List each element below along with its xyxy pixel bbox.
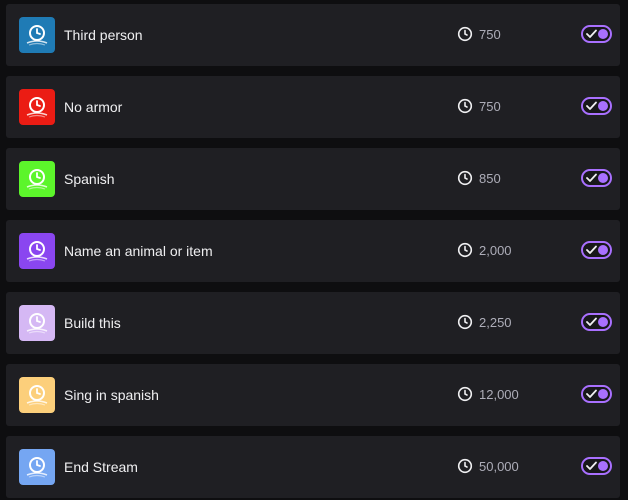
reward-title: Build this xyxy=(64,315,121,331)
reward-enabled-toggle[interactable] xyxy=(581,457,612,475)
reward-icon xyxy=(19,233,55,269)
reward-row[interactable]: End Stream 50,000 xyxy=(6,436,620,498)
toggle-knob xyxy=(598,245,608,255)
toggle-knob xyxy=(598,101,608,111)
reward-row[interactable]: Spanish 850 xyxy=(6,148,620,210)
reward-row[interactable]: Sing in spanish 12,000 xyxy=(6,364,620,426)
toggle-knob xyxy=(598,389,608,399)
check-icon xyxy=(586,101,597,110)
reward-row[interactable]: Third person 750 xyxy=(6,4,620,66)
reward-enabled-toggle[interactable] xyxy=(581,97,612,115)
reward-cost: 750 xyxy=(479,27,501,42)
reward-title: Spanish xyxy=(64,171,115,187)
toggle-knob xyxy=(598,461,608,471)
reward-enabled-toggle[interactable] xyxy=(581,241,612,259)
reward-cost: 750 xyxy=(479,99,501,114)
reward-enabled-toggle[interactable] xyxy=(581,385,612,403)
reward-enabled-toggle[interactable] xyxy=(581,169,612,187)
clock-icon xyxy=(457,170,473,186)
check-icon xyxy=(586,29,597,38)
reward-title: End Stream xyxy=(64,459,138,475)
clock-icon xyxy=(457,458,473,474)
reward-icon xyxy=(19,449,55,485)
reward-title: No armor xyxy=(64,99,123,115)
clock-icon xyxy=(457,386,473,402)
clock-icon xyxy=(457,242,473,258)
reward-enabled-toggle[interactable] xyxy=(581,25,612,43)
reward-icon xyxy=(19,17,55,53)
check-icon xyxy=(586,389,597,398)
reward-list: Third person 750 No armor 750 Spanish 85… xyxy=(0,0,628,500)
clock-icon xyxy=(457,26,473,42)
toggle-knob xyxy=(598,29,608,39)
reward-cost: 850 xyxy=(479,171,501,186)
check-icon xyxy=(586,461,597,470)
reward-cost: 2,000 xyxy=(479,243,512,258)
check-icon xyxy=(586,173,597,182)
reward-title: Sing in spanish xyxy=(64,387,159,403)
reward-icon xyxy=(19,89,55,125)
reward-icon xyxy=(19,161,55,197)
reward-enabled-toggle[interactable] xyxy=(581,313,612,331)
reward-icon xyxy=(19,305,55,341)
toggle-knob xyxy=(598,173,608,183)
reward-cost: 50,000 xyxy=(479,459,519,474)
reward-row[interactable]: No armor 750 xyxy=(6,76,620,138)
reward-title: Third person xyxy=(64,27,143,43)
reward-row[interactable]: Name an animal or item 2,000 xyxy=(6,220,620,282)
reward-cost: 2,250 xyxy=(479,315,512,330)
reward-title: Name an animal or item xyxy=(64,243,213,259)
reward-cost: 12,000 xyxy=(479,387,519,402)
check-icon xyxy=(586,317,597,326)
reward-icon xyxy=(19,377,55,413)
check-icon xyxy=(586,245,597,254)
reward-row[interactable]: Build this 2,250 xyxy=(6,292,620,354)
toggle-knob xyxy=(598,317,608,327)
clock-icon xyxy=(457,314,473,330)
clock-icon xyxy=(457,98,473,114)
